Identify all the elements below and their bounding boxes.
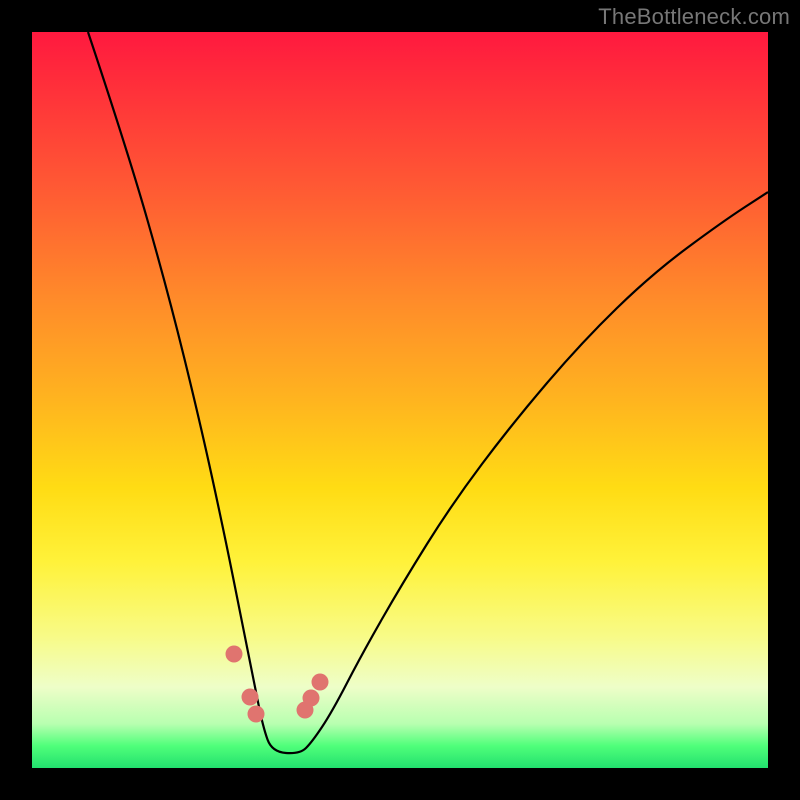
valley-marker-dot (312, 674, 329, 691)
valley-marker-dot (242, 689, 259, 706)
chart-frame: TheBottleneck.com (0, 0, 800, 800)
watermark-text: TheBottleneck.com (598, 4, 790, 30)
valley-marker-dot (248, 706, 265, 723)
bottleneck-curve-path (88, 32, 768, 753)
valley-markers-group (226, 646, 329, 751)
valley-marker-dot (303, 690, 320, 707)
valley-marker-dot (226, 646, 243, 663)
bottleneck-curve-svg (32, 32, 768, 768)
